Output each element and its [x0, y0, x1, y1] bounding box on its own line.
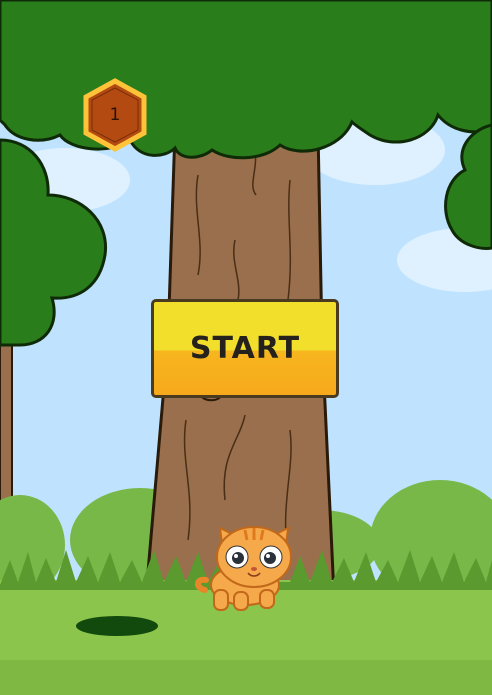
start-button-label: START [189, 331, 301, 366]
ground-shadow [76, 616, 158, 636]
level-number: 1 [109, 105, 121, 125]
level-badge: 1 [82, 78, 148, 152]
start-button[interactable]: START [151, 299, 339, 398]
